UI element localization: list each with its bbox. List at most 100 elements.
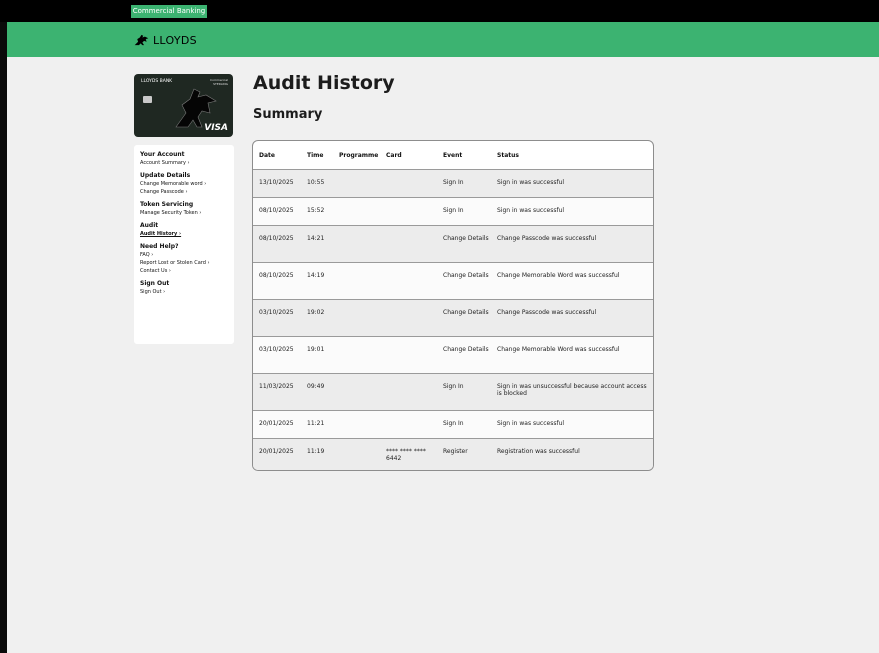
cell-time: 15:52 — [307, 207, 325, 214]
nav-link-sign-out[interactable]: Sign Out › — [140, 288, 234, 296]
tab-commercial-banking[interactable]: Commercial Banking — [131, 5, 207, 18]
cell-time: 14:19 — [307, 272, 325, 279]
nav-heading: Audit — [140, 222, 159, 229]
cell-programme — [333, 300, 380, 337]
section-title: Summary — [253, 107, 323, 122]
cell-date: 08/10/2025 — [259, 235, 294, 242]
nav-link-faq[interactable]: FAQ › — [140, 251, 234, 259]
nav-heading: Sign Out — [140, 280, 170, 287]
nav-group-sign-out: Sign Out Sign Out › — [140, 280, 234, 296]
cell-time: 19:02 — [307, 309, 325, 316]
table-row: 03/10/2025 19:02 Change Details Change P… — [253, 299, 653, 337]
cell-event: Change Details — [443, 309, 489, 316]
nav-heading: Update Details — [140, 172, 191, 179]
cell-programme — [333, 170, 380, 198]
cell-status: Sign in was successful — [497, 420, 565, 427]
cell-date: 03/10/2025 — [259, 346, 294, 353]
cell-status: Change Passcode was successful — [497, 235, 597, 242]
cell-date: 03/10/2025 — [259, 309, 294, 316]
column-header-status: Status — [497, 151, 519, 159]
table-row: 08/10/2025 14:21 Change Details Change P… — [253, 225, 653, 263]
nav-link-manage-security-token[interactable]: Manage Security Token › — [140, 209, 234, 217]
table-row: 20/01/2025 11:19 **** **** **** 6442 Reg… — [253, 438, 653, 471]
cell-event: Sign In — [443, 207, 464, 214]
sidebar-nav: Your Account Account Summary › Update De… — [134, 145, 234, 344]
cell-status: Sign in was unsuccessful because account… — [497, 383, 647, 397]
cell-event: Change Details — [443, 235, 489, 242]
column-header-programme: Programme — [339, 151, 379, 159]
cell-programme — [333, 374, 380, 411]
column-header-card: Card — [386, 151, 402, 159]
brand-name: LLOYDS — [153, 33, 197, 47]
cell-time: 09:49 — [307, 383, 325, 390]
nav-heading: Token Servicing — [140, 201, 194, 208]
cell-programme — [333, 337, 380, 374]
nav-link-contact-us[interactable]: Contact Us › — [140, 267, 234, 275]
cell-event: Sign In — [443, 383, 464, 390]
cell-status: Registration was successful — [497, 448, 580, 455]
audit-table-container: Date Time Programme Card Event Status 13… — [252, 140, 654, 471]
table-row: 03/10/2025 19:01 Change Details Change M… — [253, 336, 653, 374]
table-header-row: Date Time Programme Card Event Status — [253, 141, 653, 170]
site-header: LLOYDS — [7, 22, 879, 57]
table-row: 20/01/2025 11:21 Sign In Sign in was suc… — [253, 410, 653, 439]
cell-card — [380, 263, 437, 300]
cell-card — [380, 170, 437, 198]
content-area: LLOYDS BANK Commercial STERLING VISA You… — [7, 57, 879, 653]
cell-event: Sign In — [443, 420, 464, 427]
cell-date: 11/03/2025 — [259, 383, 294, 390]
table-row: 13/10/2025 10:55 Sign In Sign in was suc… — [253, 169, 653, 198]
cell-card: **** **** **** 6442 — [386, 448, 426, 462]
cell-date: 20/01/2025 — [259, 420, 294, 427]
cell-event: Sign In — [443, 179, 464, 186]
table-row: 08/10/2025 14:19 Change Details Change M… — [253, 262, 653, 300]
cell-status: Change Memorable Word was successful — [497, 346, 620, 353]
column-header-date: Date — [259, 151, 275, 159]
cell-event: Change Details — [443, 346, 489, 353]
cell-time: 19:01 — [307, 346, 325, 353]
cell-date: 13/10/2025 — [259, 179, 294, 186]
nav-group-your-account: Your Account Account Summary › — [140, 151, 234, 167]
nav-group-audit: Audit Audit History › — [140, 222, 234, 238]
cell-card — [380, 337, 437, 374]
card-bank-name: LLOYDS BANK — [141, 79, 173, 84]
cell-time: 11:19 — [307, 448, 325, 455]
card-chip-icon — [143, 96, 152, 103]
cell-event: Change Details — [443, 272, 489, 279]
cell-card — [380, 198, 437, 226]
cell-status: Change Passcode was successful — [497, 309, 597, 316]
nav-link-change-passcode[interactable]: Change Passcode › — [140, 188, 234, 196]
cell-card — [380, 374, 437, 411]
nav-group-token-servicing: Token Servicing Manage Security Token › — [140, 201, 234, 217]
cell-status: Sign in was successful — [497, 207, 565, 214]
column-header-event: Event — [443, 151, 463, 159]
brand-logo[interactable]: LLOYDS — [133, 33, 197, 47]
cell-programme — [333, 198, 380, 226]
cell-card — [380, 226, 437, 263]
cell-date: 20/01/2025 — [259, 448, 294, 455]
cell-status: Sign in was successful — [497, 179, 565, 186]
bank-card-image: LLOYDS BANK Commercial STERLING VISA — [134, 74, 233, 137]
cell-date: 08/10/2025 — [259, 207, 294, 214]
cell-programme — [333, 226, 380, 263]
nav-heading: Your Account — [140, 151, 185, 158]
nav-heading: Need Help? — [140, 243, 179, 250]
cell-event: Register — [443, 448, 468, 455]
cell-card — [380, 300, 437, 337]
page-title: Audit History — [253, 72, 395, 94]
cell-programme — [333, 263, 380, 300]
audit-history-table: Date Time Programme Card Event Status 13… — [253, 141, 653, 471]
visa-logo: VISA — [204, 123, 228, 133]
black-horse-icon — [134, 34, 149, 46]
cell-time: 14:21 — [307, 235, 325, 242]
nav-link-account-summary[interactable]: Account Summary › — [140, 159, 234, 167]
cell-card — [380, 411, 437, 439]
nav-link-audit-history[interactable]: Audit History › — [140, 230, 234, 238]
nav-group-need-help: Need Help? FAQ › Report Lost or Stolen C… — [140, 243, 234, 275]
cell-time: 10:55 — [307, 179, 325, 186]
table-row: 08/10/2025 15:52 Sign In Sign in was suc… — [253, 197, 653, 226]
nav-link-report-lost-card[interactable]: Report Lost or Stolen Card › — [140, 259, 234, 267]
cell-programme — [333, 439, 380, 471]
nav-link-change-memorable-word[interactable]: Change Memorable word › — [140, 180, 234, 188]
column-header-time: Time — [307, 151, 324, 159]
